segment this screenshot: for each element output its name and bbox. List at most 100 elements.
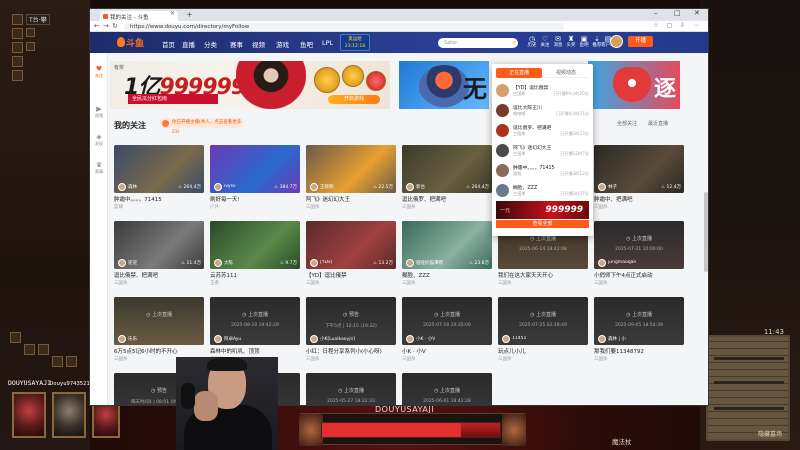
nav-events[interactable]: 赛事 [230,39,243,49]
new-tab-icon[interactable]: + [186,10,193,19]
stream-thumbnail[interactable]: ◷ 上次直播 2025-05-27 18:22:33 [306,373,396,405]
stream-title[interactable]: 那我们要11348792 [594,347,644,355]
stream-card[interactable]: 新台 ♨ 264.4万 逗比俄罗、把满吧 三国杀 [402,145,492,211]
stream-title[interactable]: 【YD】逗比俄禁 [306,271,347,279]
stream-title[interactable]: 6万5点5记6小时的不开心 [114,347,178,355]
stream-card[interactable]: ◷ 上次直播 2025-07-10 20:35:08 小K · 小V 小K · 小V 三… [402,297,492,363]
stream-title[interactable]: 森林中的叽叽、顶顶 [210,347,260,355]
browser-toolbar-icons[interactable]: ☆ ▢ ⇩ ⋯ [653,22,702,29]
stream-card[interactable]: 林子 ♨ 12.4万 肿霜中、把满吧 三国杀 [594,145,684,211]
stream-thumbnail[interactable]: ◷ 上次直播 2025-07-25 02:19:49 11451 [498,297,588,345]
stream-card[interactable]: 哑哑奶猫薄荷 ♨ 23.8万 糊脸、ZZZ 三国杀 [402,221,492,287]
popup-ad-banner[interactable]: 一元 999999 [496,201,589,219]
stream-title[interactable]: 刷好每一天! [210,195,240,203]
stream-thumbnail[interactable]: ◷ 预告 下午5点 | 12:15 (19:22) 小K[Luolkaoyjn] [306,297,396,345]
popup-list-item[interactable]: 逗比俄罗、把满吧 三国杀 已开播1时23分 [496,122,589,140]
stream-thumbnail[interactable]: [YDx] ♨ 13.2万 [306,221,396,269]
stream-card[interactable]: 王晓明 ♨ 22.5万 阿飞》迷幻幻大王 三国杀 [306,145,396,211]
stream-thumbnail[interactable]: ◷ 上次直播 2025-06-01 18:42:28 [402,373,492,405]
search-input[interactable]: Sator ⌕ [438,38,518,48]
stream-thumbnail[interactable]: 大陈 ♨ 9.7万 [210,221,300,269]
stream-card[interactable]: ◷ 上次直播 2025-05-27 18:22:33 [306,373,396,405]
promo-badge[interactable]: 奥运组 23:12:18 [340,34,370,51]
stream-title[interactable]: 小K · 小V [402,347,426,355]
user-avatar[interactable] [610,35,623,48]
nav-home[interactable]: 首页 [162,39,175,49]
sidebar-item-discover[interactable]: ◈ 发现 [90,133,108,146]
stream-card[interactable]: 大陈 ♨ 9.7万 云苏苏111 王者 [210,221,300,287]
forward-icon[interactable]: → [103,22,109,30]
sidebar-item-events[interactable]: ♛ 赛事 [90,161,108,174]
stream-card[interactable]: ◷ 上次直播 2025-07-25 02:19:49 11451 玩点儿小儿 三国杀 [498,297,588,363]
close-window-icon[interactable]: ✕ [694,9,700,17]
search-icon[interactable]: ⌕ [513,39,516,47]
stream-title[interactable]: 糊脸、ZZZ [402,271,430,279]
banner-play-button[interactable]: 开启游戏 [328,95,380,104]
stream-card[interactable]: 逆逆 ♨ 11.4万 逗比俄禁、把满吧 三国杀 [114,221,204,287]
stream-thumbnail[interactable]: 森林 ♨ 264.4万 [114,145,204,193]
nav-category[interactable]: 分类 [204,39,217,49]
popup-list-item[interactable]: 糊脸、ZZZ 三国杀 已开播1时37分 [496,182,589,200]
live-notice[interactable]: 你已开播主播(共人，点击查看更多 23) [160,118,244,135]
stream-title[interactable]: 我们在这大家天天开心 [498,271,553,279]
page-scrollbar[interactable] [704,192,708,272]
filter-all-follow[interactable]: 全部关注 [617,120,637,127]
stream-title[interactable]: 小俏师下午4点正式启动 [594,271,653,279]
start-stream-button[interactable]: 开播 [628,36,653,47]
stream-thumbnail[interactable]: ivysv ♨ 384.7万 [210,145,300,193]
event-banner-1[interactable]: 有奖 1亿999999 全民瓜分红包雨 开启游戏 [110,61,390,109]
stream-title[interactable]: 逗比俄罗、把满吧 [402,195,446,203]
stream-title[interactable]: 逗比俄禁、把满吧 [114,271,158,279]
stream-thumbnail[interactable]: ◷ 上次直播 乐乐 [114,297,204,345]
maximize-icon[interactable]: □ [674,9,681,17]
nav-live[interactable]: 直播 [182,39,195,49]
popup-list-item[interactable]: 肿霜中。。。。71415 游戏 已开播3时12分 [496,162,589,180]
stream-thumbnail[interactable]: ◷ 上次直播 2025-07-10 20:35:08 小K · 小V [402,297,492,345]
stream-thumbnail[interactable]: 王晓明 ♨ 22.5万 [306,145,396,193]
reload-icon[interactable]: ↻ [112,22,118,30]
stream-thumbnail[interactable]: ◷ 上次直播 2025-07-21 10:00:00 jungmaoqan [594,221,684,269]
stream-card[interactable]: ◷ 上次直播 乐乐 6万5点5记6小时的不开心 三国杀 [114,297,204,363]
sidebar-item-follow[interactable]: ♥ 关注 [90,65,108,78]
stream-thumbnail[interactable]: ◷ 上次直播 2025-09-05 18:54:39 森林 | 小 [594,297,684,345]
event-banner-2[interactable]: 无 [399,61,489,109]
stream-thumbnail[interactable]: 新台 ♨ 264.4万 [402,145,492,193]
sidebar-item-video[interactable]: ▶ 视频 [90,105,108,118]
site-logo[interactable]: 斗鱼 [126,36,144,49]
browser-tab[interactable]: 我的关注 - 斗鱼 [100,11,178,21]
stream-card[interactable]: ◷ 预告 下午5点 | 12:15 (19:22) 小K[Luolkaoyjn] 小红… [306,297,396,363]
nav-lpl[interactable]: LPL [322,39,333,47]
stream-title[interactable]: 肿霜中、把满吧 [594,195,633,203]
popup-list-item[interactable]: 【YD】逗比俄禁 三国杀 已开播09小时20分 [496,82,589,100]
stream-card[interactable]: [YDx] ♨ 13.2万 【YD】逗比俄禁 三国杀 [306,221,396,287]
event-banner-3[interactable]: 逐 [588,61,680,109]
stream-thumbnail[interactable]: 林子 ♨ 12.4万 [594,145,684,193]
tab-live-now[interactable]: 正在直播 [496,68,542,78]
stream-card[interactable]: 森林 ♨ 264.4万 肿霜中。。。。71415 篮球 [114,145,204,211]
nav-yuba[interactable]: 鱼吧 [300,39,313,49]
stream-card[interactable]: ◷ 上次直播2025-08-10 19:42:29阿卓Ayu森林中的叽叽、顶顶三… [210,297,300,363]
tab-close-icon[interactable]: ✕ [170,10,175,17]
stream-card[interactable]: ◷ 上次直播 2025-07-21 10:00:00 jungmaoqan 小俏师下午… [594,221,684,287]
nav-video[interactable]: 视频 [252,39,265,49]
stream-thumbnail[interactable]: ◷ 上次直播 2025-08-10 19:42:29 阿卓Ayu [210,297,300,345]
stream-card[interactable]: ◷ 上次直播 2025-09-05 18:54:39 森林 | 小那我们要11348… [594,297,684,363]
minimize-icon[interactable]: – [654,9,658,17]
stream-title[interactable]: 玩点儿小儿 [498,347,526,355]
stream-title[interactable]: 肿霜中。。。。71415 [114,195,162,203]
popup-list-item[interactable]: 阿飞》迷幻幻大王 三国杀 已开播12时7分 [496,142,589,160]
filter-recent-live[interactable]: 最近直播 [648,120,668,127]
popup-list-item[interactable]: 逗比大陈王川 哈哈哈 已开播0小时21分 [496,102,589,120]
stream-thumbnail[interactable]: 逆逆 ♨ 11.4万 [114,221,204,269]
stream-card[interactable]: ivysv ♨ 384.7万 刷好每一天! 户外 [210,145,300,211]
url-input[interactable]: https://www.douyu.com/directory/myFollow [124,22,564,31]
stream-thumbnail[interactable]: 哑哑奶猫薄荷 ♨ 23.8万 [402,221,492,269]
tab-video-updates[interactable]: 视频动态 [543,68,589,78]
stream-title[interactable]: 阿飞》迷幻幻大王 [306,195,350,203]
stream-title[interactable]: 小红：日程分享系列小(小心呀) [306,347,382,355]
back-icon[interactable]: ← [94,22,100,30]
stream-title[interactable]: 云苏苏111 [210,271,237,279]
view-all-button[interactable]: 查看全部 [496,220,589,228]
stream-card[interactable]: ◷ 上次直播 2025-06-01 18:42:28 [402,373,492,405]
nav-games[interactable]: 游戏 [276,39,289,49]
